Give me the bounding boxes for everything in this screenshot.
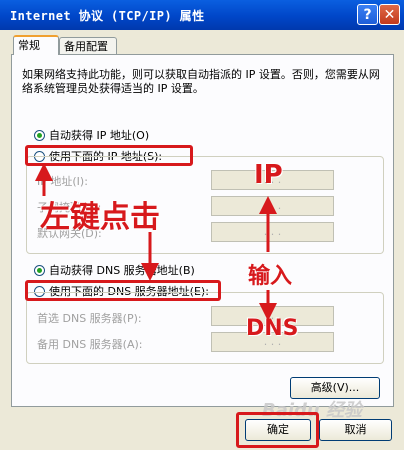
- tab-general[interactable]: 常规: [13, 35, 59, 55]
- annotation-arrows: [35, 163, 277, 321]
